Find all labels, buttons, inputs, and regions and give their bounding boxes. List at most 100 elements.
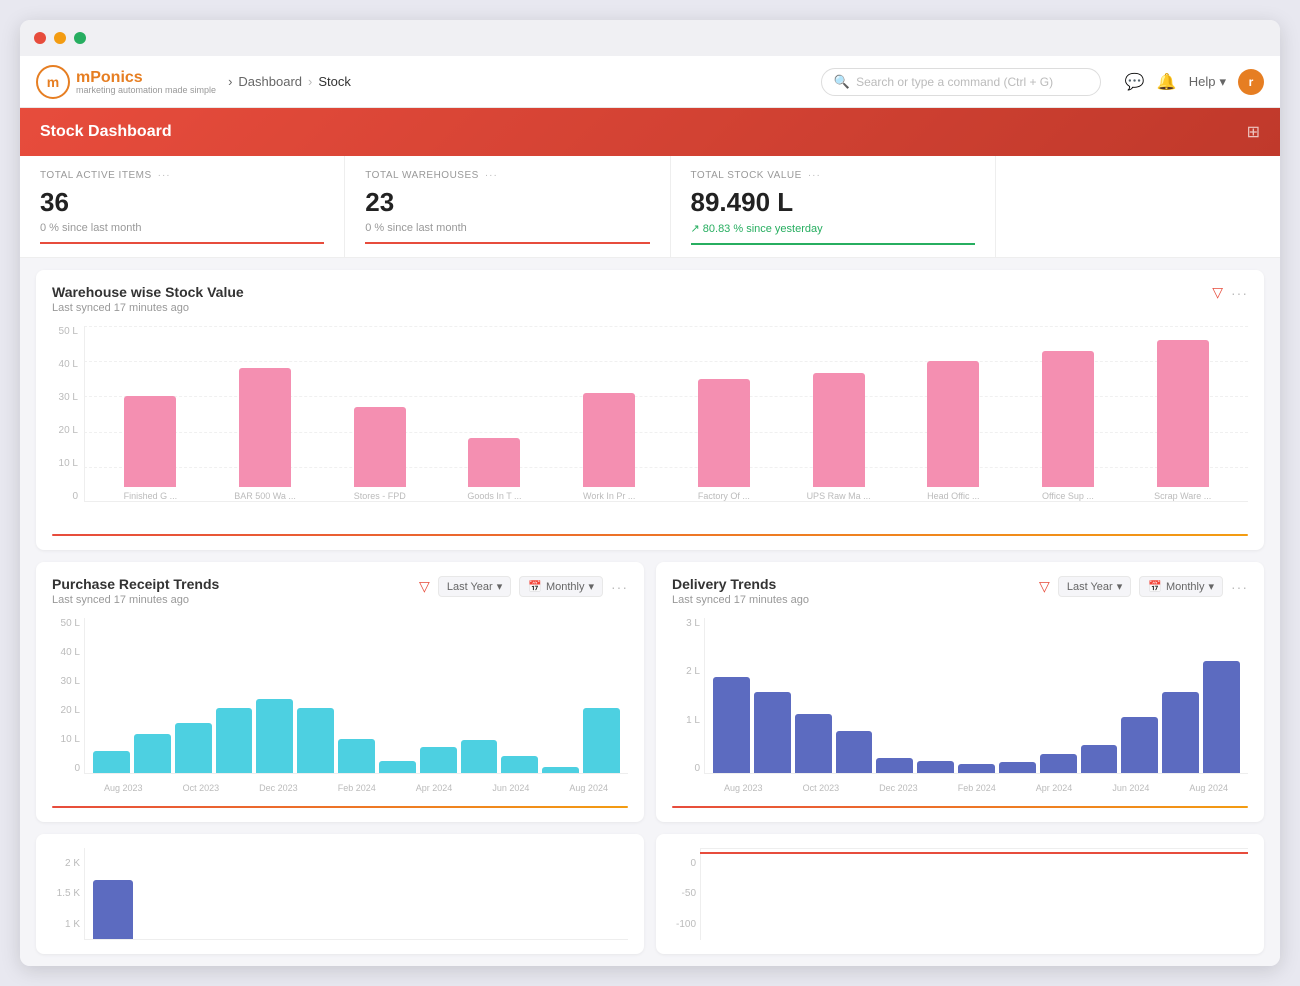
purchase-more-icon[interactable]: ··· bbox=[611, 579, 628, 595]
search-placeholder: Search or type a command (Ctrl + G) bbox=[856, 75, 1053, 89]
bottom-right-card: 0 -50 -100 bbox=[656, 834, 1264, 954]
bottom-right-bars bbox=[700, 848, 1248, 940]
dashboard-title: Stock Dashboard bbox=[40, 123, 172, 141]
delivery-period-chevron: ▾ bbox=[1208, 580, 1214, 593]
delivery-more-icon[interactable]: ··· bbox=[1231, 579, 1248, 595]
delivery-chart-actions: ▽ Last Year ▾ 📅 Monthly ▾ ··· bbox=[1039, 576, 1248, 597]
dashboard-header-icon[interactable]: ⊞ bbox=[1247, 122, 1260, 142]
bar-bar500 bbox=[239, 368, 291, 487]
bar-group-8: Head Offic ... bbox=[900, 326, 1007, 501]
delivery-bar-13 bbox=[1203, 661, 1240, 773]
delivery-bar-5 bbox=[876, 758, 913, 774]
bar-factory-of bbox=[698, 379, 750, 488]
purchase-period-chevron: ▾ bbox=[588, 580, 594, 593]
minimize-button[interactable] bbox=[54, 32, 66, 44]
logo-subtitle: marketing automation made simple bbox=[76, 85, 216, 95]
purchase-year-chevron: ▾ bbox=[497, 580, 503, 593]
delivery-chart-title: Delivery Trends bbox=[672, 576, 809, 592]
maximize-button[interactable] bbox=[74, 32, 86, 44]
purchase-bars bbox=[84, 618, 628, 774]
bottom-left-y-axis: 2 K 1.5 K 1 K bbox=[52, 848, 84, 940]
purchase-bar-1 bbox=[93, 751, 130, 773]
breadcrumb-dashboard[interactable]: Dashboard bbox=[238, 74, 302, 89]
warehouse-chart-actions: ▽ ··· bbox=[1212, 284, 1248, 301]
bar-office-sup bbox=[1042, 351, 1094, 488]
bar-goods-in-t bbox=[468, 438, 520, 487]
delivery-chart-subtitle: Last synced 17 minutes ago bbox=[672, 594, 809, 606]
purchase-bar-9 bbox=[420, 747, 457, 773]
bar-group-10: Scrap Ware ... bbox=[1129, 326, 1236, 501]
purchase-bar-8 bbox=[379, 761, 416, 773]
warehouse-chart-card: Warehouse wise Stock Value Last synced 1… bbox=[36, 270, 1264, 550]
bar-ups-raw-ma bbox=[813, 373, 865, 487]
logo-circle: m bbox=[36, 65, 70, 99]
purchase-chart-divider bbox=[52, 806, 628, 808]
delivery-chart-area: 3 L 2 L 1 L 0 bbox=[672, 618, 1248, 798]
purchase-chart-title: Purchase Receipt Trends bbox=[52, 576, 219, 592]
warehouse-more-icon[interactable]: ··· bbox=[1231, 285, 1248, 301]
purchase-chart-actions: ▽ Last Year ▾ 📅 Monthly ▾ ··· bbox=[419, 576, 628, 597]
help-button[interactable]: Help ▾ bbox=[1189, 74, 1226, 90]
warehouse-chart-subtitle: Last synced 17 minutes ago bbox=[52, 302, 244, 314]
purchase-chart-card: Purchase Receipt Trends Last synced 17 m… bbox=[36, 562, 644, 822]
purchase-year-filter[interactable]: Last Year ▾ bbox=[438, 576, 511, 597]
kpi-label-warehouses: TOTAL WAREHOUSES ··· bbox=[365, 170, 649, 181]
delivery-bar-2 bbox=[754, 692, 791, 773]
purchase-period-filter[interactable]: 📅 Monthly ▾ bbox=[519, 576, 603, 597]
bottom-right-baseline bbox=[700, 852, 1248, 854]
warehouse-chart-header: Warehouse wise Stock Value Last synced 1… bbox=[52, 284, 1248, 314]
delivery-chart-header: Delivery Trends Last synced 17 minutes a… bbox=[672, 576, 1248, 606]
search-bar[interactable]: 🔍 Search or type a command (Ctrl + G) bbox=[821, 68, 1101, 96]
purchase-bar-13 bbox=[583, 708, 620, 773]
delivery-period-filter[interactable]: 📅 Monthly ▾ bbox=[1139, 576, 1223, 597]
content-area: Warehouse wise Stock Value Last synced 1… bbox=[20, 258, 1280, 966]
purchase-bar-3 bbox=[175, 723, 212, 773]
delivery-period-label: Monthly bbox=[1166, 581, 1205, 593]
bar-finished-g bbox=[124, 396, 176, 487]
purchase-chart-area: 50 L 40 L 30 L 20 L 10 L 0 bbox=[52, 618, 628, 798]
breadcrumb: › Dashboard › Stock bbox=[228, 74, 351, 89]
delivery-x-labels: Aug 2023 Oct 2023 Dec 2023 Feb 2024 Apr … bbox=[704, 778, 1248, 798]
warehouse-y-axis: 50 L 40 L 30 L 20 L 10 L 0 bbox=[52, 326, 84, 502]
delivery-year-filter[interactable]: Last Year ▾ bbox=[1058, 576, 1131, 597]
kpi-change-warehouses: 0 % since last month bbox=[365, 222, 649, 244]
delivery-bar-8 bbox=[999, 762, 1036, 773]
chat-icon[interactable]: 💬 bbox=[1125, 72, 1145, 92]
bar-label-4: Goods In T ... bbox=[441, 491, 548, 501]
help-label: Help bbox=[1189, 74, 1216, 89]
delivery-year-label: Last Year bbox=[1067, 581, 1113, 593]
delivery-bar-3 bbox=[795, 714, 832, 773]
avatar[interactable]: r bbox=[1238, 69, 1264, 95]
warehouse-chart-title: Warehouse wise Stock Value bbox=[52, 284, 244, 300]
search-icon: 🔍 bbox=[834, 74, 850, 90]
bar-group-9: Office Sup ... bbox=[1015, 326, 1122, 501]
kpi-dots-3[interactable]: ··· bbox=[808, 170, 821, 181]
two-col-charts: Purchase Receipt Trends Last synced 17 m… bbox=[36, 562, 1264, 822]
bar-label-1: Finished G ... bbox=[97, 491, 204, 501]
purchase-bar-12 bbox=[542, 767, 579, 773]
logo-m: m bbox=[47, 74, 59, 90]
bar-scrap-ware bbox=[1157, 340, 1209, 487]
warehouse-filter-icon[interactable]: ▽ bbox=[1212, 284, 1223, 301]
delivery-bar-6 bbox=[917, 761, 954, 773]
delivery-bar-9 bbox=[1040, 754, 1077, 773]
bar-label-8: Head Offic ... bbox=[900, 491, 1007, 501]
delivery-y-axis: 3 L 2 L 1 L 0 bbox=[672, 618, 704, 774]
breadcrumb-stock[interactable]: Stock bbox=[318, 74, 351, 89]
delivery-filter-icon[interactable]: ▽ bbox=[1039, 578, 1050, 595]
bar-label-7: UPS Raw Ma ... bbox=[785, 491, 892, 501]
close-button[interactable] bbox=[34, 32, 46, 44]
kpi-dots-1[interactable]: ··· bbox=[158, 170, 171, 181]
kpi-dots-2[interactable]: ··· bbox=[485, 170, 498, 181]
delivery-bar-4 bbox=[836, 731, 873, 773]
delivery-bar-11 bbox=[1121, 717, 1158, 773]
bar-group-1: Finished G ... bbox=[97, 326, 204, 501]
kpi-change-stock: ↗ 80.83 % since yesterday bbox=[691, 222, 975, 245]
logo[interactable]: m mPonics marketing automation made simp… bbox=[36, 65, 216, 99]
delivery-bar-1 bbox=[713, 677, 750, 773]
bar-group-5: Work In Pr ... bbox=[556, 326, 663, 501]
purchase-bar-7 bbox=[338, 739, 375, 773]
bar-label-10: Scrap Ware ... bbox=[1129, 491, 1236, 501]
purchase-filter-icon[interactable]: ▽ bbox=[419, 578, 430, 595]
bell-icon[interactable]: 🔔 bbox=[1157, 72, 1177, 92]
